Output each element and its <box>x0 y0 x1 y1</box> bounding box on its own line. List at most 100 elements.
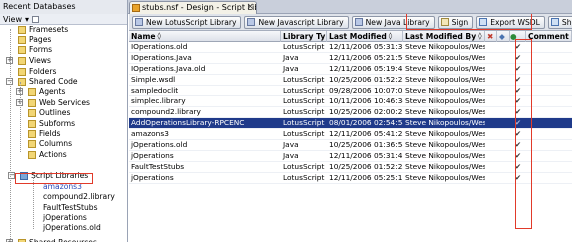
script-library-icon <box>247 18 256 26</box>
header-library-type[interactable]: Library Type <box>281 31 327 42</box>
table-row[interactable]: Simple.wsdl LotusScript 10/25/2006 01:52:2… <box>129 75 572 86</box>
cell-empty <box>497 140 510 150</box>
show-wsdl-button[interactable]: Show WSDL <box>547 15 572 29</box>
tree-item-label: Shared Resources <box>29 238 97 242</box>
header-name[interactable]: Name ◊ <box>129 31 281 42</box>
tree-item-actions[interactable]: Actions <box>28 150 67 160</box>
table-row[interactable]: FaultTestStubs LotusScript 10/25/2006 01:5… <box>129 162 572 173</box>
table-row[interactable]: compound2.library LotusScript 10/25/2006 0… <box>129 107 572 119</box>
view-bar: View ▾ <box>0 14 127 25</box>
header-last-modified[interactable]: Last Modified ◊ <box>327 31 403 42</box>
table-row[interactable]: jOperations Java 12/11/2006 05:31:41 PMSte… <box>129 151 572 162</box>
tree-item-label: Folders <box>29 67 57 76</box>
folder-icon <box>18 36 26 44</box>
tree-item-label: Views <box>29 56 51 65</box>
cell-empty <box>497 86 510 96</box>
status-column-highlight <box>515 39 532 229</box>
header-modified-label: Last Modified <box>329 32 387 41</box>
cell-empty <box>485 53 497 63</box>
cell-modified: 09/28/2006 10:07:03 AM <box>329 85 403 95</box>
prohibit-icon: ✖ <box>487 32 494 41</box>
tree-connector <box>10 29 11 239</box>
cell-by: Steve Nikopoulos/Westford/ <box>405 172 485 182</box>
chevron-down-icon[interactable]: ▾ <box>25 14 29 25</box>
folder-icon <box>28 140 36 148</box>
header-last-modified-by[interactable]: Last Modified By ◊ <box>403 31 485 42</box>
cell-by: Steve Nikopoulos/Westford/ <box>405 52 485 62</box>
table-row[interactable]: IOperations.Java Java 12/11/2006 05:21:56 … <box>129 53 572 64</box>
tree-item-folders[interactable]: Folders <box>18 67 56 77</box>
cell-name: IOperations.old <box>131 42 188 51</box>
table-row[interactable]: amazons3 LotusScript 12/11/2006 05:41:22 P… <box>129 129 572 141</box>
cell-name: sampledoclit <box>131 85 179 95</box>
cell-name: simplec.library <box>131 96 186 106</box>
cell-name: IOperations.Java <box>131 52 192 62</box>
cell-by: Steve Nikopoulos/Westford/ <box>405 118 485 128</box>
tree-item-web-services[interactable]: Web Services <box>28 98 90 108</box>
header-prohibit-icon[interactable]: ✖ <box>485 31 497 42</box>
table-row[interactable]: IOperations.old LotusScript 12/11/2006 05:… <box>129 42 572 53</box>
close-icon[interactable]: × <box>246 2 254 13</box>
tree-item-joperations-old[interactable]: jOperations.old <box>43 223 101 233</box>
cell-empty <box>497 107 510 117</box>
tree-item-framesets[interactable]: Framesets <box>18 25 68 35</box>
document-tab[interactable]: stubs.nsf - Design - Script Librar... × <box>129 1 257 14</box>
cell-type: LotusScript <box>283 172 325 182</box>
tree-item-label: Web Services <box>39 98 90 107</box>
java-library-icon <box>354 18 363 26</box>
table-row[interactable]: IOperations.Java.old Java 12/11/2006 05:19… <box>129 64 572 75</box>
cell-comment <box>526 96 572 106</box>
tree-item-pages[interactable]: Pages <box>18 35 51 45</box>
tree-item-joperations[interactable]: jOperations <box>43 213 87 223</box>
table-row[interactable]: simplec.library LotusScript 10/11/2006 10:… <box>129 96 572 108</box>
tree-item-columns[interactable]: Columns <box>28 139 72 149</box>
button-label: New LotusScript Library <box>146 17 237 27</box>
cell-comment <box>526 129 572 139</box>
script-libraries-highlight <box>15 173 93 184</box>
new-lotusscript-library-button[interactable]: New LotusScript Library <box>132 15 242 29</box>
button-label: New Javascript Library <box>258 17 344 27</box>
tree-item-faultteststubs[interactable]: FaultTestStubs <box>43 203 98 213</box>
tree-item-subforms[interactable]: Subforms <box>28 119 75 129</box>
header-web-icon[interactable]: ◆ <box>497 31 510 42</box>
tree-connector <box>33 177 34 229</box>
database-icon <box>132 3 140 12</box>
cell-empty <box>485 75 497 85</box>
tree-item-shared-resources[interactable]: Shared Resources <box>18 238 97 242</box>
cell-modified: 12/11/2006 05:19:45 PM <box>329 63 403 73</box>
folder-icon <box>28 151 36 159</box>
tree-item-agents[interactable]: Agents <box>28 87 65 97</box>
cell-type: Java <box>283 150 299 160</box>
tree-item-outlines[interactable]: Outlines <box>28 108 70 118</box>
cell-empty <box>497 53 510 63</box>
folder-icon <box>18 57 26 65</box>
cell-by: Steve Nikopoulos/Westford/ <box>405 161 485 171</box>
table-row[interactable]: sampledoclit LotusScript 09/28/2006 10:07:… <box>129 86 572 97</box>
cell-type: Java <box>283 63 299 73</box>
tree-item-forms[interactable]: Forms <box>18 45 52 55</box>
header-comment[interactable]: Comment◊ <box>526 31 572 42</box>
cell-empty <box>497 42 510 52</box>
wsdl-buttons-highlight <box>406 14 532 30</box>
cell-empty <box>497 64 510 74</box>
tree-item-compound2-library[interactable]: compound2.library <box>43 192 115 202</box>
table-row[interactable]: jOperations LotusScript 12/11/2006 05:25:1… <box>129 173 572 184</box>
cell-comment <box>526 42 572 52</box>
tree-item-label: Fields <box>39 129 61 138</box>
cell-empty <box>485 162 497 172</box>
design-tree: Framesets Pages Forms + Views Folders − Shared … <box>0 25 127 242</box>
header-modified-by-label: Last Modified By <box>405 32 477 41</box>
library-list: Name◊ Library Type Last Modified◊ Last M… <box>129 31 572 242</box>
table-row[interactable]: AddOperationsLibrary-RPCENC LotusScript 08… <box>129 118 572 130</box>
cell-modified: 12/11/2006 05:31:37 PM <box>329 42 403 51</box>
cell-empty <box>497 75 510 85</box>
tree-item-views[interactable]: Views <box>18 56 51 66</box>
table-row[interactable]: jOperations.old Java 10/25/2006 01:36:58 P… <box>129 140 572 151</box>
tree-item-shared-code[interactable]: Shared Code <box>18 77 78 87</box>
view-menu[interactable]: View <box>3 14 22 25</box>
recent-databases-tab[interactable]: Recent Databases <box>0 0 128 14</box>
new-folder-icon[interactable] <box>32 15 39 23</box>
new-javascript-library-button[interactable]: New Javascript Library <box>244 15 349 29</box>
tree-item-fields[interactable]: Fields <box>28 129 60 139</box>
cell-comment <box>526 107 572 117</box>
